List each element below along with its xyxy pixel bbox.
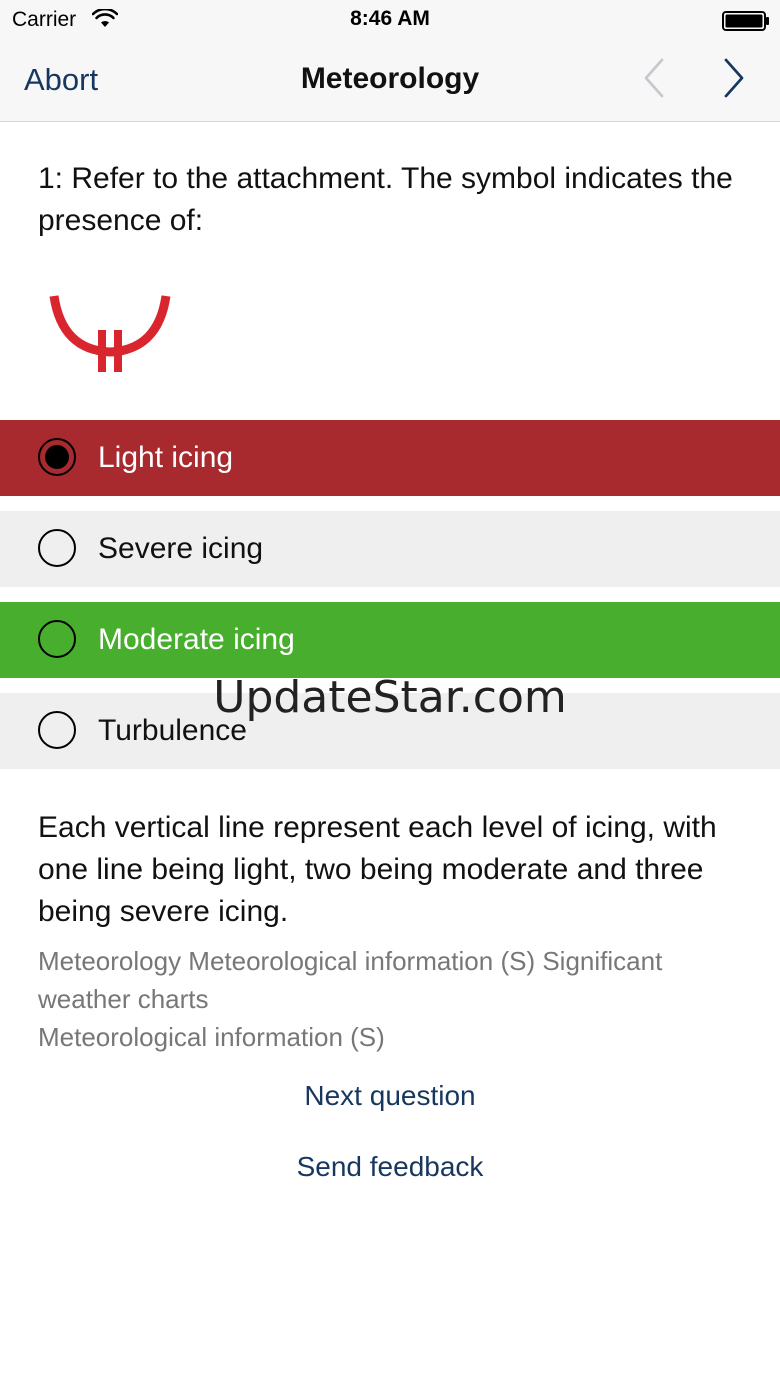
send-feedback-button[interactable]: Send feedback [0,1151,780,1183]
category-line: Meteorology Meteorological information (… [38,946,663,1014]
watermark: UpdateStar.com [213,672,567,723]
radio-unselected[interactable] [38,529,76,567]
chevron-right-icon[interactable] [718,56,748,105]
radio-unselected[interactable] [38,620,76,658]
category-line: Meteorological information (S) [38,1022,385,1052]
answer-light-icing[interactable]: Light icing [0,420,780,496]
status-bar: Carrier 8:46 AM [0,0,780,40]
radio-selected[interactable] [38,438,76,476]
answer-moderate-icing[interactable]: Moderate icing [0,602,780,678]
status-time: 8:46 AM [350,7,430,30]
question-text: 1: Refer to the attachment. The symbol i… [38,162,733,237]
icing-symbol-icon [48,290,174,381]
explanation-text: Each vertical line represent each level … [38,811,717,928]
nav-bar: Abort Meteorology [0,40,780,122]
answer-label: Light icing [98,441,234,474]
answer-severe-icing[interactable]: Severe icing [0,511,780,587]
battery-icon [722,11,770,36]
next-question-button[interactable]: Next question [0,1080,780,1112]
category-info: Meteorology Meteorological information (… [38,942,758,1056]
answer-label: Severe icing [98,532,264,565]
answer-label: Moderate icing [98,623,295,656]
chevron-left-icon[interactable] [640,56,670,105]
